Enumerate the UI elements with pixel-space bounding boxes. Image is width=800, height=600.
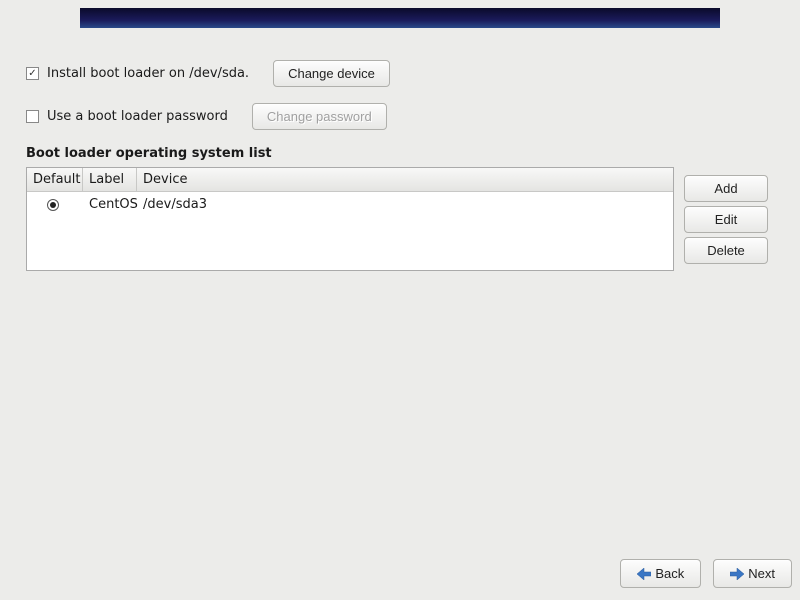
table-header: Default Label Device [27, 168, 673, 192]
install-bootloader-label: Install boot loader on /dev/sda. [47, 66, 249, 81]
cell-default [27, 197, 83, 212]
os-list-wrap: Default Label Device CentOS /dev/sda3 Ad… [26, 167, 774, 271]
table-row[interactable]: CentOS /dev/sda3 [27, 192, 673, 216]
cell-label: CentOS [83, 197, 137, 212]
change-device-button[interactable]: Change device [273, 60, 390, 87]
edit-button[interactable]: Edit [684, 206, 768, 233]
install-bootloader-row: ✓ Install boot loader on /dev/sda. Chang… [26, 60, 774, 87]
os-list-title: Boot loader operating system list [26, 146, 774, 161]
header-banner [80, 8, 720, 28]
use-password-checkbox[interactable] [26, 110, 39, 123]
side-button-group: Add Edit Delete [684, 175, 768, 264]
use-password-row: Use a boot loader password Change passwo… [26, 103, 774, 130]
back-button[interactable]: Back [620, 559, 701, 588]
footer-nav: Back Next [620, 559, 792, 588]
change-password-button: Change password [252, 103, 387, 130]
back-label: Back [655, 566, 684, 581]
default-radio[interactable] [47, 199, 59, 211]
next-button[interactable]: Next [713, 559, 792, 588]
header-label[interactable]: Label [83, 168, 137, 191]
delete-button[interactable]: Delete [684, 237, 768, 264]
install-bootloader-checkbox[interactable]: ✓ [26, 67, 39, 80]
cell-device: /dev/sda3 [137, 197, 673, 212]
arrow-left-icon [637, 568, 651, 580]
header-default[interactable]: Default [27, 168, 83, 191]
main-content: ✓ Install boot loader on /dev/sda. Chang… [26, 60, 774, 271]
header-device[interactable]: Device [137, 168, 673, 191]
next-label: Next [748, 566, 775, 581]
add-button[interactable]: Add [684, 175, 768, 202]
use-password-label: Use a boot loader password [47, 109, 228, 124]
arrow-right-icon [730, 568, 744, 580]
os-list-table: Default Label Device CentOS /dev/sda3 [26, 167, 674, 271]
